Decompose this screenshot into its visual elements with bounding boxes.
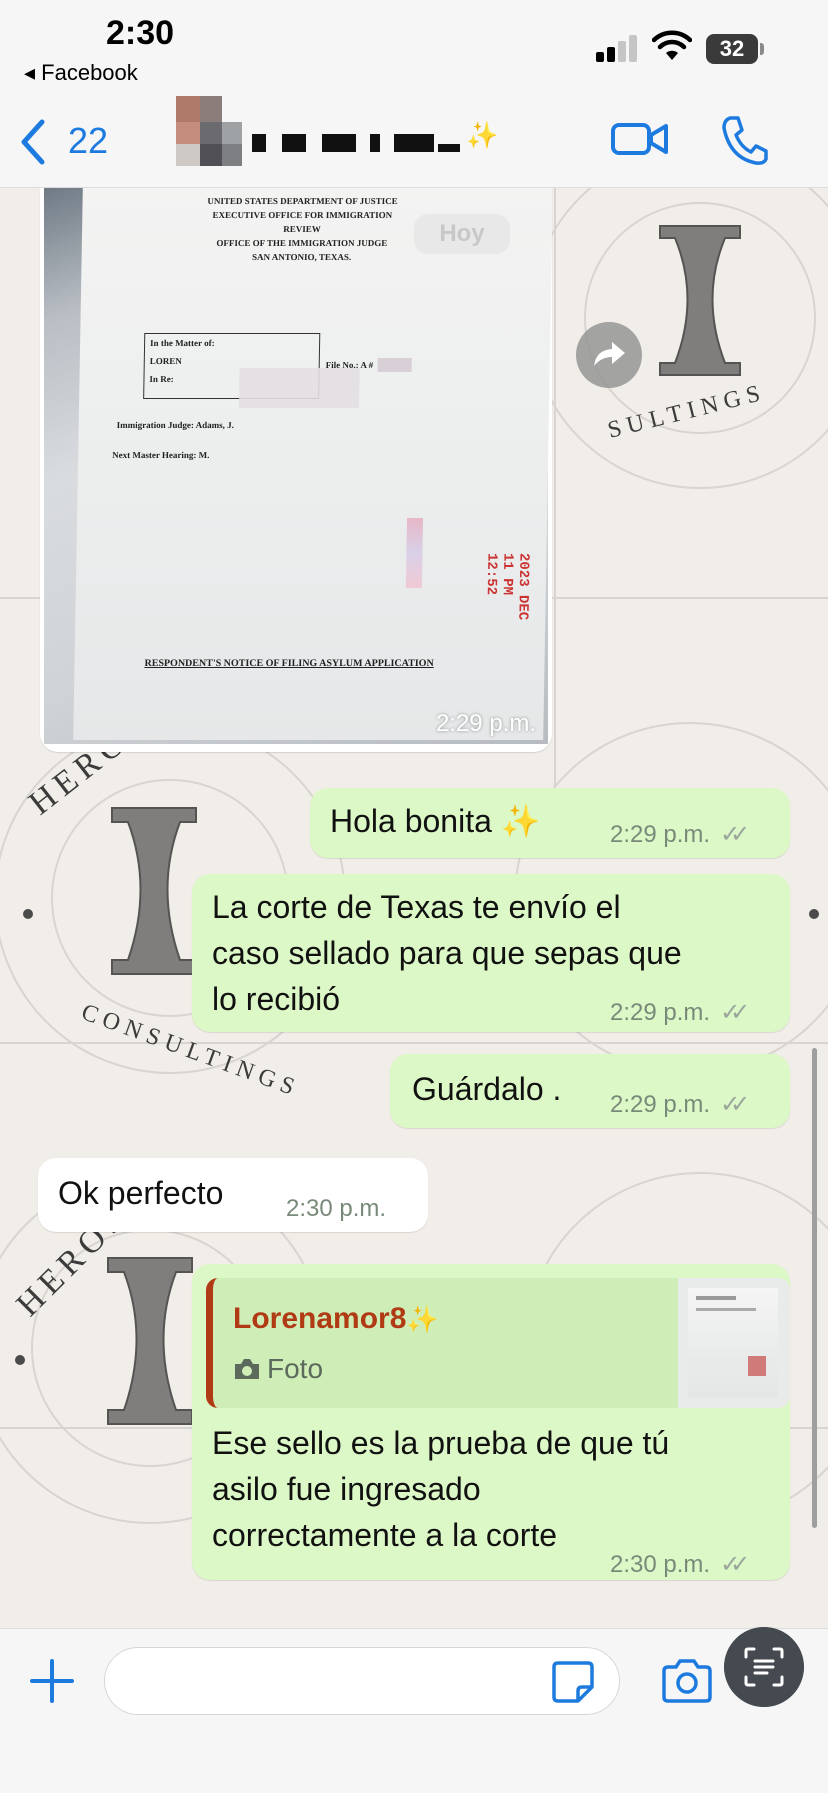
quoted-type: Foto <box>233 1346 323 1392</box>
document-photo[interactable]: UNITED STATES DEPARTMENT OF JUSTICE EXEC… <box>44 188 552 744</box>
quoted-image-thumbnail <box>678 1278 790 1408</box>
doc-judge: Immigration Judge: Adams, J. <box>116 420 235 430</box>
message-input[interactable] <box>104 1647 620 1715</box>
doc-footer: RESPONDENT'S NOTICE OF FILING ASYLUM APP… <box>144 658 434 669</box>
scan-text-icon[interactable] <box>724 1627 804 1707</box>
forward-arrow-icon[interactable] <box>576 322 642 388</box>
sparkle-icon: ✨ <box>406 1304 439 1334</box>
contact-name-redacted[interactable] <box>252 126 482 158</box>
read-receipt-icon: ✓✓ <box>720 1091 750 1118</box>
video-camera-icon[interactable] <box>610 116 670 162</box>
outgoing-message[interactable]: Hola bonita ✨ 2:29 p.m. ✓✓ <box>310 788 790 858</box>
redaction-block <box>238 368 360 408</box>
status-time: 2:30 <box>106 14 175 52</box>
redaction-block <box>405 518 424 588</box>
message-time: 2:29 p.m. <box>610 821 711 848</box>
doc-stamp: 2023 DEC 11 PM 12:52 <box>482 553 532 621</box>
outgoing-message[interactable]: La corte de Texas te envío el caso sella… <box>192 874 790 1032</box>
input-bar <box>0 1627 828 1793</box>
contact-avatar[interactable] <box>168 96 256 180</box>
outgoing-message[interactable]: Guárdalo . 2:29 p.m. ✓✓ <box>390 1054 790 1128</box>
doc-in-re: In Re: <box>149 374 174 384</box>
doc-matter: In the Matter of: <box>150 338 215 348</box>
message-meta: 2:29 p.m. ✓✓ <box>610 1082 750 1128</box>
chat-header: 22 ✨ <box>0 96 828 188</box>
phone-icon[interactable] <box>720 114 768 166</box>
message-meta: 2:29 p.m. ✓✓ <box>610 812 750 858</box>
camera-icon <box>235 1359 259 1379</box>
date-pill: Hoy <box>414 214 510 254</box>
message-time: 2:29 p.m. <box>435 710 536 737</box>
battery-indicator: 32 <box>706 34 758 64</box>
quoted-reply[interactable]: Lorenamor8✨ Foto <box>206 1278 790 1408</box>
doc-header: UNITED STATES DEPARTMENT OF JUSTICE EXEC… <box>207 196 398 262</box>
unread-count[interactable]: 22 <box>68 120 108 162</box>
wifi-icon <box>652 30 692 60</box>
incoming-message[interactable]: Ok perfecto 2:30 p.m. <box>38 1158 428 1232</box>
read-receipt-icon: ✓✓ <box>720 821 750 848</box>
image-message[interactable]: UNITED STATES DEPARTMENT OF JUSTICE EXEC… <box>40 188 552 752</box>
sparkle-icon: ✨ <box>466 120 499 150</box>
doc-name: LOREN <box>149 356 182 366</box>
outgoing-reply-message[interactable]: Lorenamor8✨ Foto Ese sello es la prueba … <box>192 1264 790 1580</box>
cellular-signal-icon <box>596 34 640 62</box>
read-receipt-icon: ✓✓ <box>720 999 750 1026</box>
message-meta: 2:29 p.m. ✓✓ <box>610 990 750 1036</box>
message-meta: 2:30 p.m. ✓✓ <box>610 1542 750 1588</box>
message-text: Hola bonita ✨ <box>330 803 541 839</box>
battery-tip <box>760 43 764 55</box>
read-receipt-icon: ✓✓ <box>720 1551 750 1578</box>
chat-area[interactable]: HEROS GROUP CONSULTINGS SULTINGS HEROS G… <box>0 188 828 1628</box>
message-time: 2:30 p.m. <box>610 1551 711 1578</box>
message-time: 2:30 p.m. <box>286 1195 387 1222</box>
message-text: Guárdalo . <box>412 1071 562 1107</box>
camera-icon[interactable] <box>660 1657 714 1705</box>
message-time: 2:29 p.m. <box>610 999 711 1026</box>
redaction-block <box>377 358 412 372</box>
status-bar: 2:30 ◂ Facebook 32 <box>0 0 828 96</box>
message-time: 2:29 p.m. <box>610 1091 711 1118</box>
sticker-icon[interactable] <box>550 1659 596 1705</box>
doc-hearing: Next Master Hearing: M. <box>112 450 210 460</box>
svg-text:SULTINGS: SULTINGS <box>605 379 768 443</box>
document-paper: UNITED STATES DEPARTMENT OF JUSTICE EXEC… <box>73 188 552 740</box>
scrollbar[interactable] <box>812 1048 817 1528</box>
message-text: Ok perfecto <box>58 1175 224 1211</box>
message-text: Ese sello es la prueba de que tú asilo f… <box>212 1425 670 1553</box>
back-chevron-icon[interactable] <box>18 118 48 166</box>
plus-icon[interactable] <box>28 1657 76 1705</box>
back-to-facebook-link[interactable]: ◂ Facebook <box>24 60 138 86</box>
quoted-author: Lorenamor8✨ <box>233 1302 439 1335</box>
